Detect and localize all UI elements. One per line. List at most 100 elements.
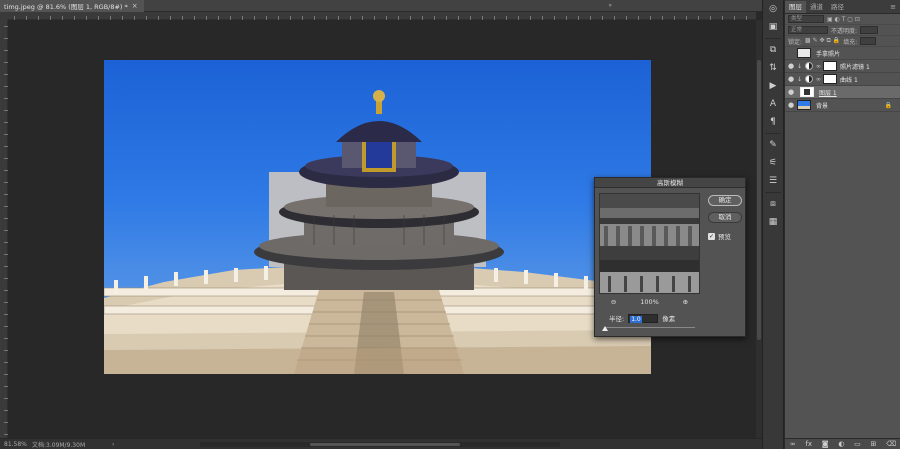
paragraph-icon[interactable]: ¶ [763, 113, 783, 131]
preview-checkbox[interactable]: ✓ [708, 232, 715, 240]
layer-row-selected[interactable]: ● 图层 1 [785, 86, 900, 99]
eye-icon[interactable]: ● [785, 75, 797, 83]
preview-checkbox-row[interactable]: ✓ 预览 [708, 231, 731, 241]
chain-icon[interactable]: ∞ [816, 76, 821, 83]
zoom-in-icon[interactable]: ⊕ [683, 298, 688, 306]
cancel-button[interactable]: 取消 [708, 212, 742, 223]
layer-row[interactable]: ● ↓ ∞ 曲线 1 [785, 73, 900, 86]
radius-slider-track[interactable] [605, 327, 695, 328]
new-group-icon[interactable]: ▭ [854, 440, 861, 448]
properties-icon[interactable]: ☰ [763, 172, 783, 190]
horizontal-scrollbar-thumb[interactable] [310, 443, 460, 446]
layer-name: 手拿照片 [816, 50, 841, 58]
history-icon[interactable]: ◎ [763, 0, 783, 18]
preview-image [600, 194, 699, 293]
layers-panel-tabs: 图层 通道 路径 ≡ [785, 0, 900, 14]
ok-button[interactable]: 确定 [708, 195, 742, 206]
trash-icon[interactable]: ⌫ [886, 440, 896, 448]
preview-zoom-level: 100% [640, 298, 659, 306]
brush-icon[interactable]: ✎ [763, 136, 783, 154]
radius-row: 半径: 1.0 像素 [609, 313, 675, 323]
lock-icon: 🔒 [884, 101, 892, 109]
strip-divider [765, 192, 781, 193]
radius-value: 1.0 [630, 315, 642, 323]
preview-label: 预览 [718, 233, 731, 241]
fx-icon[interactable]: fx [805, 440, 812, 448]
blur-preview-window[interactable] [599, 193, 700, 294]
swap-icon[interactable]: ⇅ [763, 59, 783, 77]
eye-icon[interactable]: ● [785, 88, 797, 96]
strip-divider [765, 38, 781, 39]
document-info: 文档:3.09M/9.30M [32, 441, 86, 449]
eye-icon[interactable]: ● [785, 62, 797, 70]
tab-paths[interactable]: 路径 [827, 1, 848, 13]
collapse-panels-icon[interactable]: » [608, 2, 612, 9]
photo-filter-icon [805, 62, 814, 70]
layer-row[interactable]: ● ↓ ∞ 照片滤镜 1 [785, 60, 900, 73]
layer-thumb-preview [804, 89, 810, 95]
layer-name: 图层 1 [819, 89, 837, 97]
play-icon[interactable]: ▶ [763, 77, 783, 95]
opacity-label: 不透明度: [831, 27, 858, 35]
layer-filter-row: 类型 ▣ ◐ T ▢ ⊡ [785, 14, 900, 25]
layer-thumbnail [797, 48, 811, 58]
color-icon[interactable]: ▣ [763, 18, 783, 36]
layer-mask-thumbnail[interactable] [823, 74, 838, 84]
lock-label: 锁定: [788, 38, 803, 46]
layer-name: 曲线 1 [840, 76, 858, 84]
fill-input[interactable] [860, 37, 877, 45]
status-menu-arrow-icon[interactable]: › [112, 441, 122, 448]
lock-row: 锁定: ▩ ✎ ✥ ⧉ 🔒 填充: [785, 36, 900, 47]
tab-layers[interactable]: 图层 [785, 1, 806, 13]
layer-thumbnail [800, 87, 814, 97]
radius-input[interactable]: 1.0 [628, 313, 659, 323]
clip-arrow-icon: ↓ [797, 62, 803, 70]
horizontal-ruler[interactable] [8, 12, 756, 20]
close-icon[interactable]: × [132, 2, 138, 10]
canvas-image[interactable] [104, 60, 651, 374]
layer-row[interactable]: 手拿照片 [785, 47, 900, 60]
panel-icon-strip: ◎ ▣ ⧉ ⇅ ▶ A ¶ ✎ ⚟ ☰ ⧈ ▦ [762, 0, 784, 449]
styles-icon[interactable]: ⧈ [763, 195, 783, 213]
opacity-input[interactable] [860, 26, 879, 34]
ruler-corner [0, 12, 8, 20]
fill-label: 填充: [843, 38, 858, 46]
document-tab[interactable]: timg.jpeg @ 81.6% (图层 1, RGB/8#) * × [0, 0, 144, 12]
horizontal-scrollbar[interactable] [200, 442, 560, 447]
eye-icon[interactable]: ● [785, 101, 797, 109]
chain-icon[interactable]: ∞ [816, 63, 821, 70]
layer-name: 照片滤镜 1 [840, 63, 870, 71]
character-icon[interactable]: A [763, 95, 783, 113]
zoom-out-icon[interactable]: ⊖ [611, 298, 616, 306]
layer-kind-filter[interactable]: 类型 [788, 15, 824, 23]
layers-panel-footer: ∞ fx ◙ ◐ ▭ ⊞ ⌫ [785, 438, 900, 449]
radius-slider-thumb[interactable] [602, 326, 608, 331]
radius-label: 半径: [609, 315, 625, 323]
adjustments-icon[interactable]: ⚟ [763, 154, 783, 172]
new-layer-icon[interactable]: ⊞ [871, 440, 877, 448]
3d-icon[interactable]: ⧉ [763, 41, 783, 59]
adjustment-layer-icon[interactable]: ◐ [838, 440, 844, 448]
document-tab-title: timg.jpeg @ 81.6% (图层 1, RGB/8#) * [4, 3, 128, 11]
status-bar: 81.58% 文档:3.09M/9.30M › [0, 438, 762, 449]
libraries-icon[interactable]: ▦ [763, 213, 783, 231]
clip-arrow-icon: ↓ [797, 75, 803, 83]
temple-of-heaven-image [104, 90, 651, 374]
tab-channels[interactable]: 通道 [806, 1, 827, 13]
layer-mask-thumbnail[interactable] [823, 61, 838, 71]
vertical-scrollbar-thumb[interactable] [757, 60, 761, 340]
preview-zoom-row: ⊖ 100% ⊕ [599, 298, 700, 306]
vertical-ruler[interactable] [0, 20, 8, 438]
layer-thumbnail [797, 100, 811, 110]
filter-icons[interactable]: ▣ ◐ T ▢ ⊡ [827, 16, 860, 23]
blend-row: 正常 不透明度: [785, 25, 900, 36]
blend-mode-select[interactable]: 正常 [788, 26, 828, 34]
dialog-title[interactable]: 高斯模糊 [595, 178, 745, 188]
document-tab-bar: timg.jpeg @ 81.6% (图层 1, RGB/8#) * × » [0, 0, 762, 12]
layer-row[interactable]: ● 背景 🔒 [785, 99, 900, 112]
panel-menu-icon[interactable]: ≡ [886, 1, 900, 13]
add-mask-icon[interactable]: ◙ [822, 440, 829, 448]
link-layers-icon[interactable]: ∞ [790, 440, 796, 448]
zoom-level-field[interactable]: 81.58% [0, 441, 32, 448]
lock-icons[interactable]: ▩ ✎ ✥ ⧉ 🔒 [805, 37, 840, 45]
